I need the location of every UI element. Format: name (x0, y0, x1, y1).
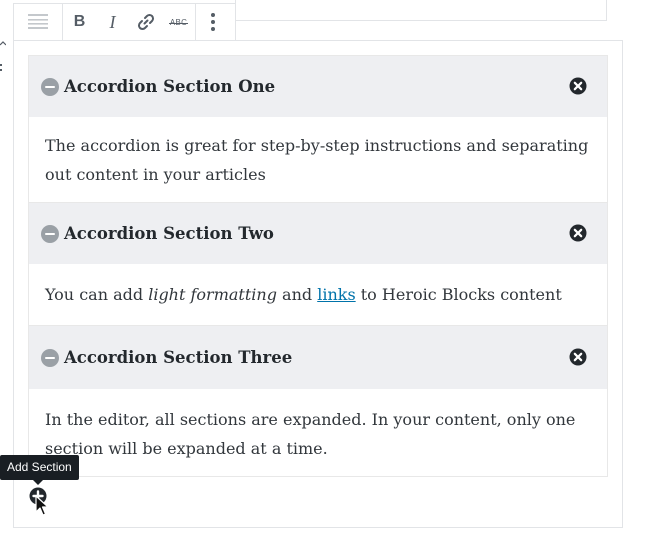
accordion: Accordion Section One The accordion is g… (28, 55, 608, 477)
mouse-cursor-icon (35, 495, 49, 516)
more-options-button[interactable] (196, 4, 229, 40)
link-button[interactable] (129, 4, 162, 40)
body-text: and (276, 285, 318, 304)
body-text: You can add (45, 285, 149, 304)
content-link[interactable]: links (317, 285, 355, 304)
strikethrough-button[interactable]: ABC (162, 4, 195, 40)
italic-icon: I (109, 11, 116, 32)
section-content[interactable]: You can add light formatting and links t… (29, 264, 607, 325)
section-title[interactable]: Accordion Section Two (64, 224, 274, 243)
block-type-icon (28, 14, 48, 29)
remove-section-icon[interactable] (569, 77, 587, 95)
collapse-icon[interactable] (41, 348, 59, 367)
strikethrough-icon: ABC (168, 18, 189, 27)
accordion-section: Accordion Section Three In the editor, a… (28, 325, 608, 477)
remove-section-icon[interactable] (569, 224, 587, 242)
toolbar-group-more (196, 4, 229, 40)
bold-button[interactable]: B (63, 4, 96, 40)
block-type-button[interactable] (14, 4, 62, 40)
accordion-section: Accordion Section Two You can add light … (28, 202, 608, 325)
section-title[interactable]: Accordion Section Three (64, 348, 292, 367)
bold-icon: B (73, 13, 86, 30)
accordion-section-header[interactable]: Accordion Section Three (29, 326, 607, 389)
body-text: to Heroic Blocks content (355, 285, 562, 304)
previous-block[interactable] (235, 0, 607, 21)
italic-button[interactable]: I (96, 4, 129, 40)
collapse-icon[interactable] (41, 224, 59, 243)
strikethrough-line (168, 22, 189, 24)
section-content[interactable]: The accordion is great for step-by-step … (29, 117, 607, 202)
editor-canvas: B I ABC (0, 0, 649, 550)
section-content[interactable]: In the editor, all sections are expanded… (29, 389, 607, 476)
section-title[interactable]: Accordion Section One (64, 77, 275, 96)
toolbar-group-block (14, 4, 63, 40)
remove-section-icon[interactable] (569, 348, 587, 366)
collapse-icon[interactable] (41, 77, 59, 96)
more-options-icon (210, 13, 215, 31)
accordion-section-header[interactable]: Accordion Section One (29, 56, 607, 117)
accordion-section: Accordion Section One The accordion is g… (28, 55, 608, 202)
block-mover[interactable] (0, 40, 7, 90)
mover-arrows-icon[interactable] (0, 40, 7, 90)
italic-text: light formatting (148, 285, 277, 304)
add-section-tooltip: Add Section (0, 455, 79, 485)
toolbar-group-format: B I ABC (63, 4, 196, 40)
link-icon (137, 13, 154, 31)
block-toolbar: B I ABC (13, 3, 236, 41)
accordion-section-header[interactable]: Accordion Section Two (29, 203, 607, 264)
